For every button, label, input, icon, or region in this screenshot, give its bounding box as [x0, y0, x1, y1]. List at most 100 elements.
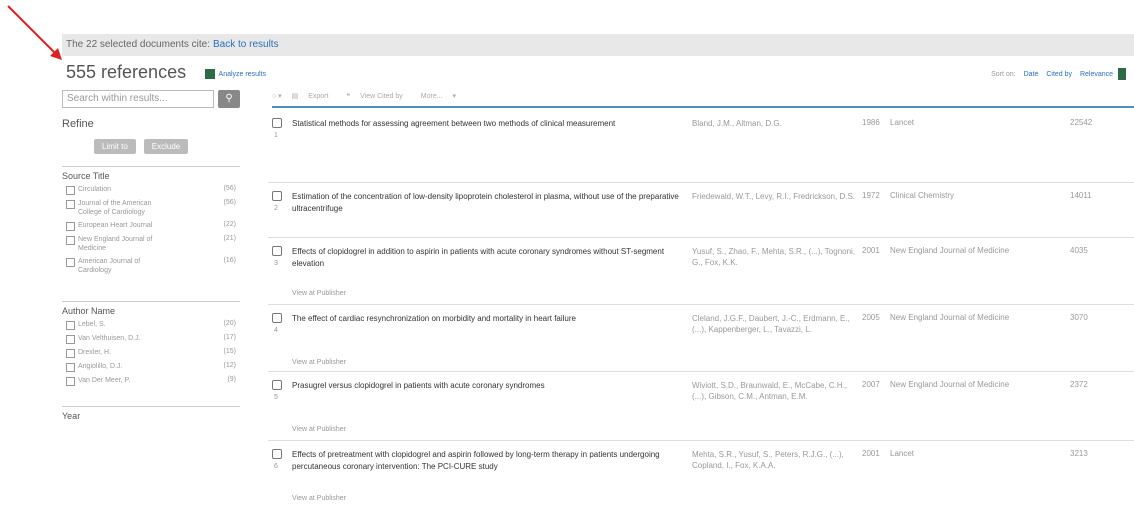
export-button[interactable]: ▤ Export — [292, 93, 337, 100]
filter-label: European Heart Journal — [78, 222, 153, 229]
row-checkbox[interactable] — [272, 449, 282, 459]
checkbox[interactable] — [66, 321, 75, 330]
result-title[interactable]: Effects of pretreatment with clopidogrel… — [292, 449, 690, 473]
result-authors[interactable]: Cleland, J.G.F., Daubert, J.-C., Erdmann… — [692, 313, 856, 335]
checkbox[interactable] — [66, 200, 75, 209]
sort-date[interactable]: Date — [1024, 71, 1039, 78]
view-at-publisher-link[interactable]: View at Publisher — [292, 426, 346, 433]
result-authors[interactable]: Bland, J.M., Altman, D.G. — [692, 118, 856, 129]
result-cited-by[interactable]: 3213 — [1070, 449, 1088, 458]
row-checkbox[interactable] — [272, 118, 282, 128]
result-cited-by[interactable]: 4035 — [1070, 246, 1088, 255]
sort-relevance[interactable]: Relevance — [1080, 71, 1113, 78]
result-year: 2007 — [862, 380, 880, 389]
sort-cited-by[interactable]: Cited by — [1046, 71, 1072, 78]
filter-count: (21) — [223, 235, 236, 242]
refine-sidebar: Search within results... ⚲ Refine Limit … — [62, 90, 240, 421]
result-title[interactable]: Prasugrel versus clopidogrel in patients… — [292, 380, 690, 392]
view-cited-by-button[interactable]: ❝ View Cited by — [346, 93, 410, 100]
year-heading: Year — [62, 406, 240, 421]
sort-icon[interactable] — [1118, 68, 1126, 80]
result-cited-by[interactable]: 14011 — [1070, 191, 1092, 200]
filter-item[interactable]: European Heart Journal (22) — [66, 221, 236, 231]
filter-count: (12) — [223, 362, 236, 369]
filter-count: (15) — [223, 348, 236, 355]
row-checkbox[interactable] — [272, 246, 282, 256]
result-cited-by[interactable]: 3070 — [1070, 313, 1088, 322]
filter-count: (56) — [223, 199, 236, 206]
checkbox[interactable] — [66, 377, 75, 386]
filter-item[interactable]: Van Velthuisen, D.J. (17) — [66, 334, 236, 344]
result-row: 2 Estimation of the concentration of low… — [268, 183, 1134, 238]
view-at-publisher-link[interactable]: View at Publisher — [292, 495, 346, 502]
filter-label: Circulation — [78, 186, 112, 193]
result-title[interactable]: Effects of clopidogrel in addition to as… — [292, 246, 690, 270]
more-label: More... — [420, 93, 443, 100]
result-year: 1986 — [862, 118, 880, 127]
select-all-checkbox[interactable]: ○ ▾ — [272, 93, 282, 100]
result-row: 1 Statistical methods for assessing agre… — [268, 110, 1134, 183]
checkbox[interactable] — [66, 186, 75, 195]
row-checkbox[interactable] — [272, 313, 282, 323]
export-icon: ▤ — [291, 93, 299, 100]
result-title[interactable]: The effect of cardiac resynchronization … — [292, 313, 690, 325]
checkbox[interactable] — [66, 236, 75, 245]
filter-item[interactable]: Lebel, S. (20) — [66, 320, 236, 330]
checkbox[interactable] — [66, 335, 75, 344]
analyze-results-link[interactable]: Analyze results — [204, 68, 266, 79]
result-source[interactable]: Lancet — [890, 118, 914, 127]
cited-documents-bar: The 22 selected documents cite: Back to r… — [62, 34, 1134, 56]
filter-label: Lebel, S. — [78, 321, 106, 328]
more-button[interactable]: More... ▾ — [421, 93, 456, 100]
result-authors[interactable]: Mehta, S.R., Yusuf, S., Peters, R.J.G., … — [692, 449, 856, 471]
exclude-button[interactable]: Exclude — [143, 139, 189, 154]
result-source[interactable]: New England Journal of Medicine — [890, 380, 1009, 389]
result-year: 2005 — [862, 313, 880, 322]
result-source[interactable]: New England Journal of Medicine — [890, 313, 1009, 322]
filter-item[interactable]: American Journal of Cardiology (16) — [66, 257, 236, 275]
filter-item[interactable]: Drexler, H. (15) — [66, 348, 236, 358]
back-to-results-link[interactable]: Back to results — [213, 39, 279, 50]
search-input[interactable]: Search within results... — [62, 90, 214, 108]
result-number: 1 — [274, 132, 278, 139]
search-button[interactable]: ⚲ — [218, 90, 240, 108]
author-name-heading: Author Name — [62, 301, 240, 316]
result-source[interactable]: Clinical Chemistry — [890, 191, 954, 200]
checkbox[interactable] — [66, 258, 75, 267]
result-row: 6 Effects of pretreatment with clopidogr… — [268, 441, 1134, 509]
row-checkbox[interactable] — [272, 380, 282, 390]
filter-item[interactable]: Journal of the American College of Cardi… — [66, 199, 236, 217]
limit-to-button[interactable]: Limit to — [94, 139, 136, 154]
result-cited-by[interactable]: 2372 — [1070, 380, 1088, 389]
result-number: 3 — [274, 260, 278, 267]
filter-label: New England Journal of Medicine — [78, 236, 153, 252]
filter-item[interactable]: Angiolillo, D.J. (12) — [66, 362, 236, 372]
result-authors[interactable]: Yusuf, S., Zhao, F., Mehta, S.R., (...),… — [692, 246, 856, 268]
results-toolbar: ○ ▾ ▤ Export ❝ View Cited by More... ▾ — [272, 92, 1134, 108]
view-at-publisher-link[interactable]: View at Publisher — [292, 359, 346, 366]
filter-item[interactable]: Van Der Meer, P. (9) — [66, 376, 236, 386]
result-authors[interactable]: Friedewald, W.T., Levy, R.I., Fredrickso… — [692, 191, 856, 202]
sort-controls: Sort on: Date Cited by Relevance — [985, 68, 1126, 80]
checkbox[interactable] — [66, 349, 75, 358]
view-at-publisher-link[interactable]: View at Publisher — [292, 290, 346, 297]
result-source[interactable]: Lancet — [890, 449, 914, 458]
quote-icon: ❝ — [346, 93, 351, 100]
result-authors[interactable]: Wiviott, S.D., Braunwald, E., McCabe, C.… — [692, 380, 856, 402]
annotation-arrow — [7, 5, 62, 60]
result-source[interactable]: New England Journal of Medicine — [890, 246, 1009, 255]
filter-item[interactable]: New England Journal of Medicine (21) — [66, 235, 236, 253]
filter-count: (20) — [223, 320, 236, 327]
filter-label: Drexler, H. — [78, 349, 112, 356]
result-number: 4 — [274, 327, 278, 334]
result-title[interactable]: Estimation of the concentration of low-d… — [292, 191, 690, 215]
result-title[interactable]: Statistical methods for assessing agreem… — [292, 118, 690, 130]
row-checkbox[interactable] — [272, 191, 282, 201]
checkbox[interactable] — [66, 222, 75, 231]
filter-item[interactable]: Circulation (56) — [66, 185, 236, 195]
checkbox[interactable] — [66, 363, 75, 372]
filter-count: (17) — [223, 334, 236, 341]
result-number: 2 — [274, 205, 278, 212]
export-label: Export — [308, 93, 329, 100]
result-cited-by[interactable]: 22542 — [1070, 118, 1092, 127]
